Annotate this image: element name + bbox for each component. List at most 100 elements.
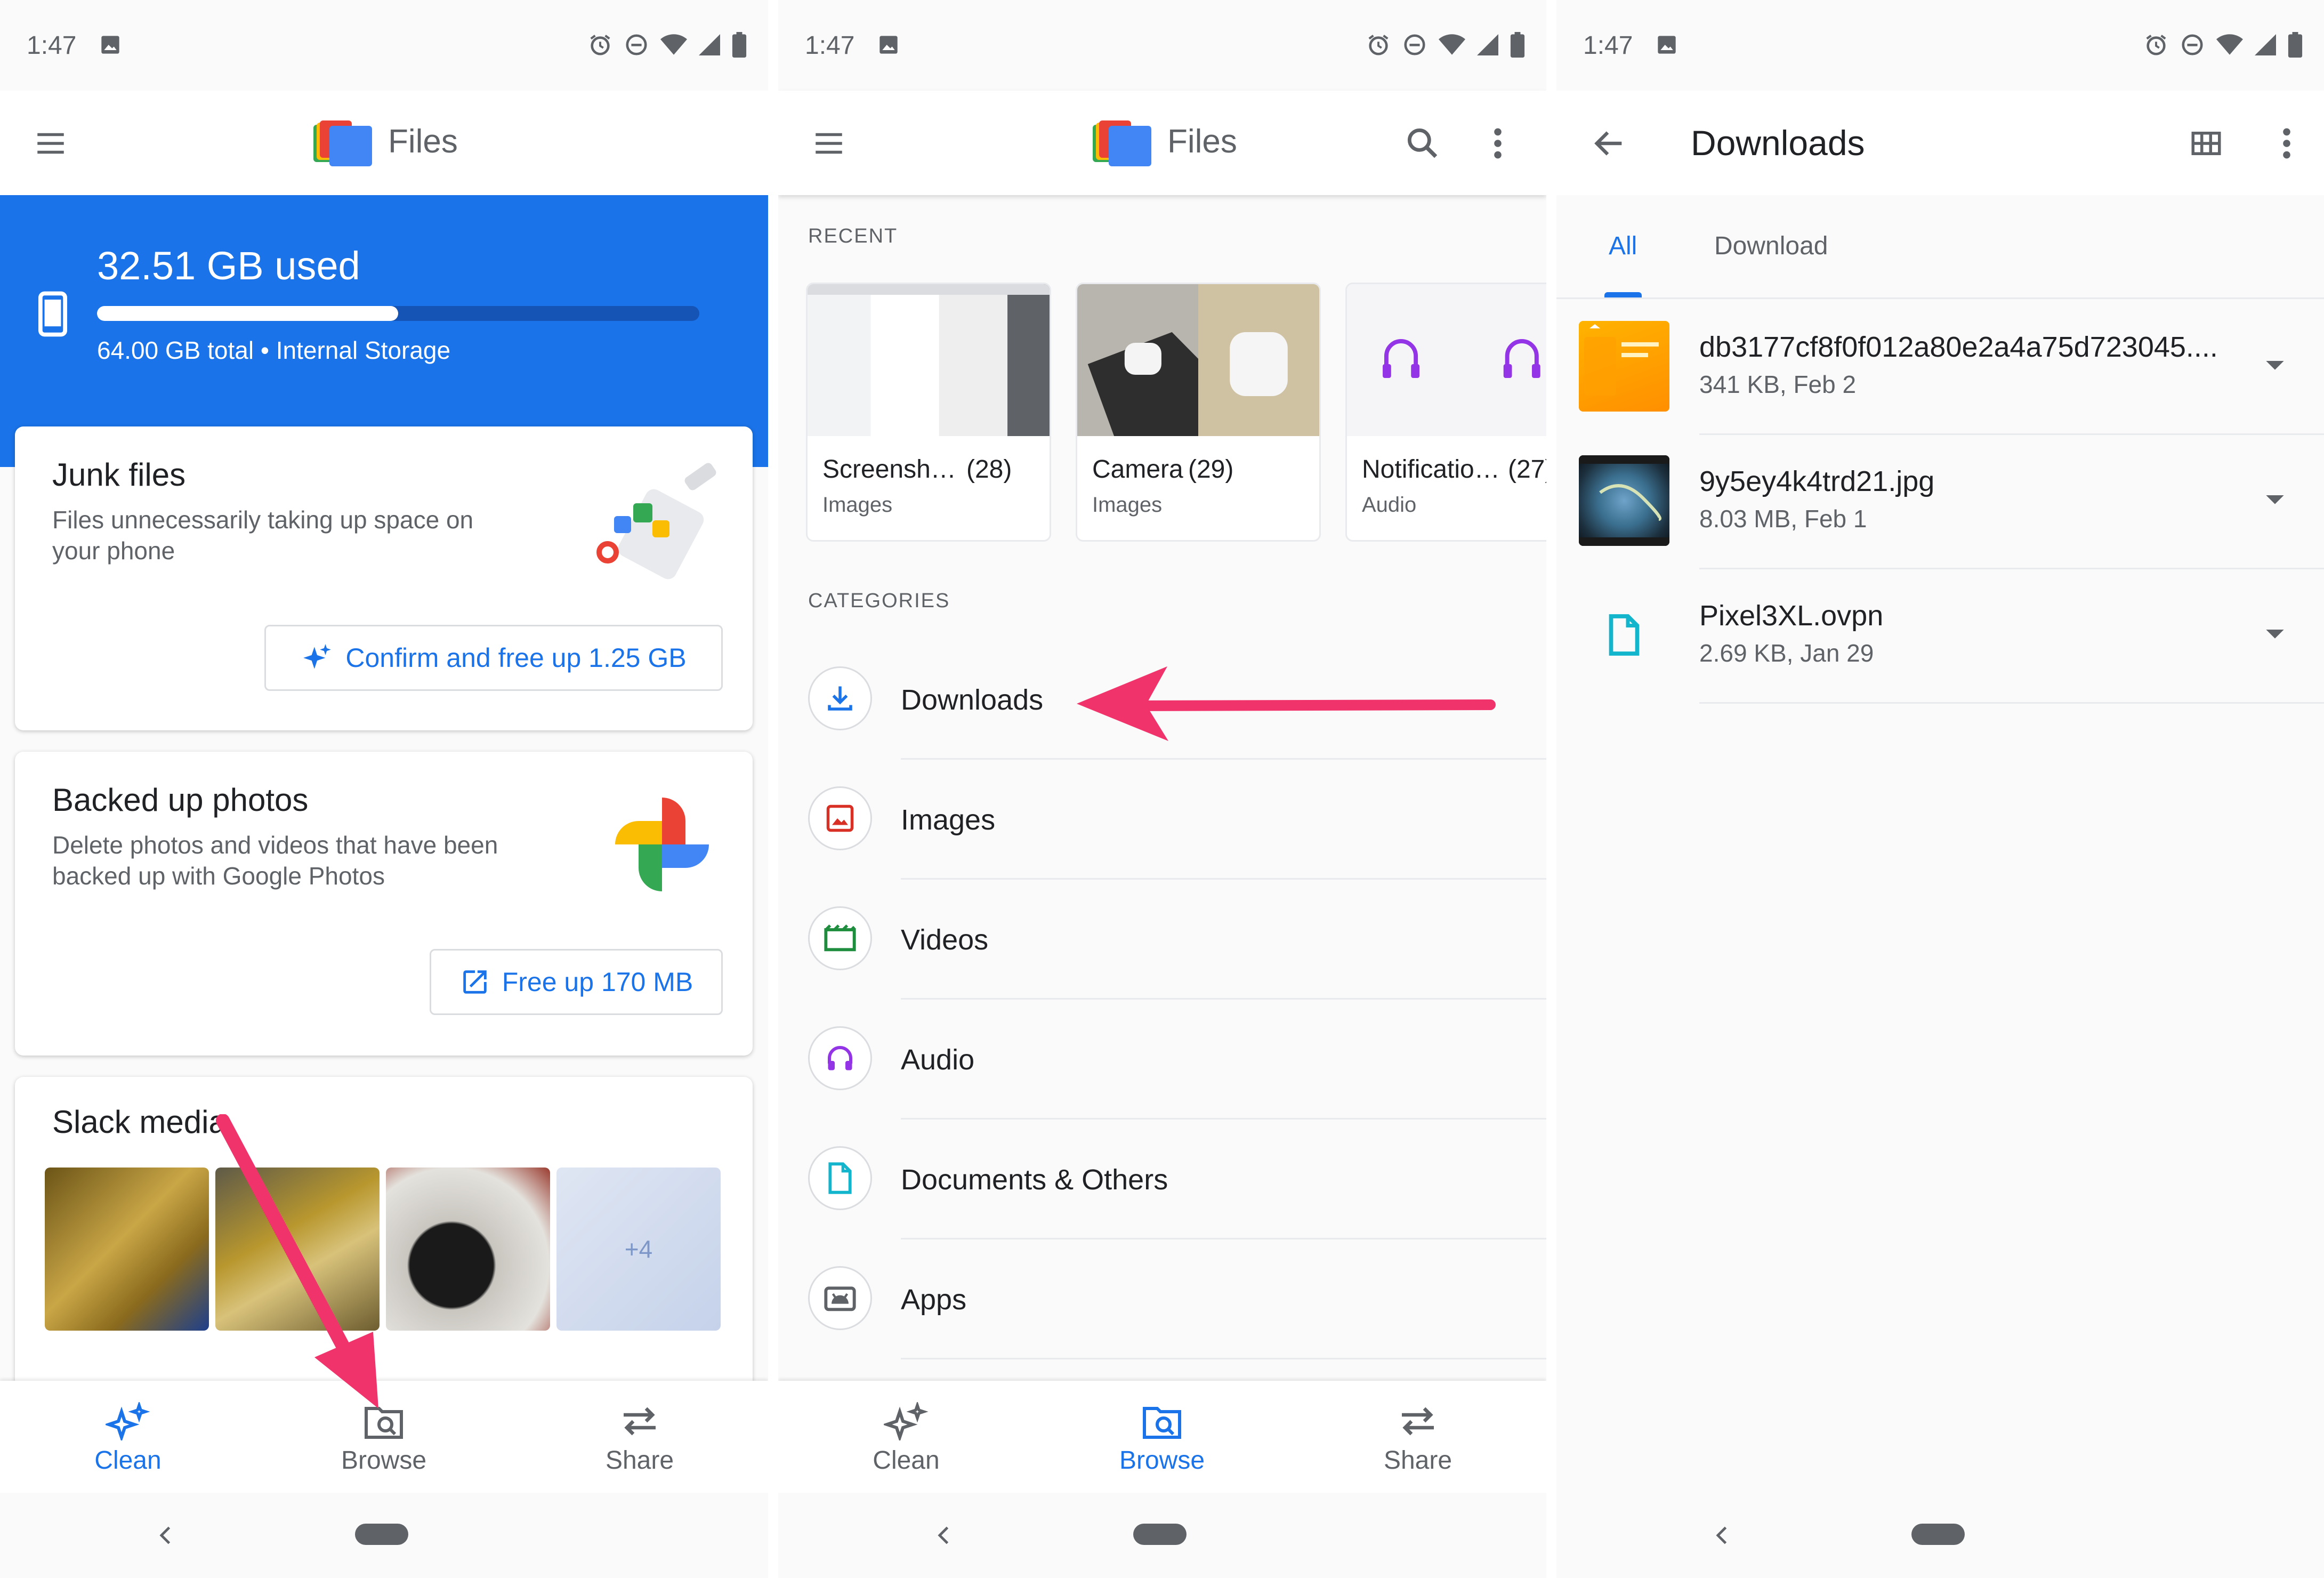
menu-icon[interactable] [811, 126, 846, 161]
system-back-icon[interactable] [155, 1524, 178, 1547]
backed-description: Delete photos and videos that have been … [52, 831, 498, 890]
junk-description: Files unnecessarily taking up space on y… [52, 506, 474, 565]
system-home-pill[interactable] [355, 1524, 408, 1545]
category-audio[interactable]: Audio [778, 1000, 1546, 1120]
nav-clean[interactable]: Clean [826, 1402, 986, 1475]
free-up-label: Free up 170 MB [502, 967, 693, 997]
bottom-navigation: Clean Browse Share [0, 1381, 768, 1493]
recent-subtitle: Audio [1362, 493, 1417, 517]
recent-camera-card[interactable]: Camera (29) Images [1076, 283, 1321, 542]
system-navigation [0, 1493, 768, 1578]
signal-icon [1477, 34, 1498, 55]
file-row[interactable]: Pixel3XL.ovpn 2.69 KB, Jan 29 [1556, 569, 2324, 704]
file-thumbnail [1579, 321, 1669, 412]
status-time: 1:47 [27, 31, 77, 60]
alarm-icon [590, 35, 610, 55]
recent-subtitle: Images [822, 493, 893, 517]
backed-up-photos-card: Backed up photos Delete photos and video… [15, 752, 753, 1056]
notifications-thumbnail [1347, 284, 1546, 436]
file-preview-image [1579, 455, 1669, 546]
wifi-icon [1439, 34, 1465, 55]
grid-view-icon[interactable] [2189, 126, 2224, 161]
back-arrow-icon[interactable] [1591, 125, 1628, 162]
clean-icon [884, 1402, 929, 1440]
category-label: Audio [901, 1044, 975, 1076]
tab-all[interactable]: All [1609, 231, 1637, 261]
app-title: Files [1167, 123, 1237, 160]
system-home-pill[interactable] [1133, 1524, 1187, 1545]
share-swap-icon [1402, 1407, 1434, 1436]
system-navigation [1556, 1493, 2324, 1578]
category-downloads[interactable]: Downloads [778, 640, 1546, 760]
wifi-icon [660, 34, 687, 55]
system-back-icon[interactable] [933, 1524, 956, 1547]
category-videos[interactable]: Videos [778, 880, 1546, 1000]
category-label: Videos [901, 924, 989, 956]
image-notification-icon [1658, 36, 1676, 54]
recent-count: (28) [966, 455, 1012, 484]
expand-caret-icon[interactable] [2264, 627, 2286, 643]
open-external-icon [463, 970, 487, 994]
app-title: Files [388, 123, 458, 160]
browse-icon [365, 1407, 403, 1439]
slack-thumb-1[interactable] [45, 1168, 209, 1331]
browse-icon [1143, 1407, 1181, 1439]
junk-illustration-icon [596, 463, 716, 579]
dnd-icon [1404, 34, 1425, 55]
system-home-pill[interactable] [1911, 1524, 1965, 1545]
screenshots-thumbnail [808, 284, 1050, 436]
status-time: 1:47 [1583, 31, 1633, 60]
nav-clean[interactable]: Clean [48, 1402, 208, 1475]
category-documents[interactable]: Documents & Others [778, 1120, 1546, 1239]
file-row[interactable]: 9y5ey4k4trd21.jpg 8.03 MB, Feb 1 [1556, 435, 2324, 569]
clean-icon [106, 1402, 150, 1440]
recent-count: (27) [1508, 455, 1546, 484]
recent-notifications-card[interactable]: Notificatio… (27) Audio [1345, 283, 1546, 542]
system-back-icon[interactable] [1711, 1524, 1734, 1547]
nav-browse[interactable]: Browse [304, 1402, 464, 1475]
category-icon-circle [808, 1146, 872, 1210]
tab-download[interactable]: Download [1714, 231, 1828, 261]
battery-icon [732, 32, 747, 58]
google-photos-icon [615, 798, 709, 891]
free-up-button[interactable]: Free up 170 MB [430, 949, 723, 1015]
nav-share[interactable]: Share [1338, 1402, 1498, 1475]
category-images[interactable]: Images [778, 760, 1546, 880]
share-swap-icon [624, 1407, 656, 1436]
slack-thumb-2[interactable] [215, 1168, 380, 1331]
image-notification-icon [879, 36, 898, 54]
file-row[interactable]: db3177cf8f0f012a80e2a4a75d723045.... 341… [1556, 301, 2324, 435]
app-bar: Files [778, 91, 1546, 195]
search-icon[interactable] [1403, 124, 1442, 163]
nav-clean-label: Clean [873, 1446, 940, 1475]
categories-section-label: CATEGORIES [808, 590, 950, 612]
more-vert-icon[interactable] [2276, 124, 2297, 163]
nav-browse[interactable]: Browse [1082, 1402, 1242, 1475]
slack-more-thumb[interactable]: +4 [556, 1168, 721, 1331]
file-thumbnail [1579, 590, 1669, 680]
status-bar: 1:47 [1556, 0, 2324, 91]
file-thumbnail [1579, 455, 1669, 546]
slack-thumb-3[interactable] [386, 1168, 550, 1331]
backed-title: Backed up photos [52, 782, 309, 818]
bottom-navigation: Clean Browse Share [778, 1381, 1546, 1493]
nav-browse-label: Browse [1119, 1446, 1205, 1475]
category-apps[interactable]: Apps [778, 1239, 1546, 1359]
confirm-free-up-button[interactable]: Confirm and free up 1.25 GB [264, 625, 723, 691]
page-title: Downloads [1691, 123, 1865, 163]
wifi-icon [2216, 34, 2243, 55]
sparkle-icon [303, 644, 332, 669]
video-icon [824, 924, 856, 952]
menu-icon[interactable] [33, 126, 68, 161]
recent-screenshots-card[interactable]: Screensh… (28) Images [806, 283, 1051, 542]
recent-section-label: RECENT [808, 225, 898, 247]
storage-progress [97, 306, 699, 321]
expand-caret-icon[interactable] [2264, 493, 2286, 509]
more-vert-icon[interactable] [1487, 124, 1508, 163]
nav-share-label: Share [605, 1446, 674, 1475]
recent-title: Notificatio… [1362, 455, 1500, 484]
divider [901, 1358, 1546, 1359]
nav-share[interactable]: Share [560, 1402, 720, 1475]
expand-caret-icon[interactable] [2264, 358, 2286, 374]
file-preview-image [1584, 324, 1659, 396]
